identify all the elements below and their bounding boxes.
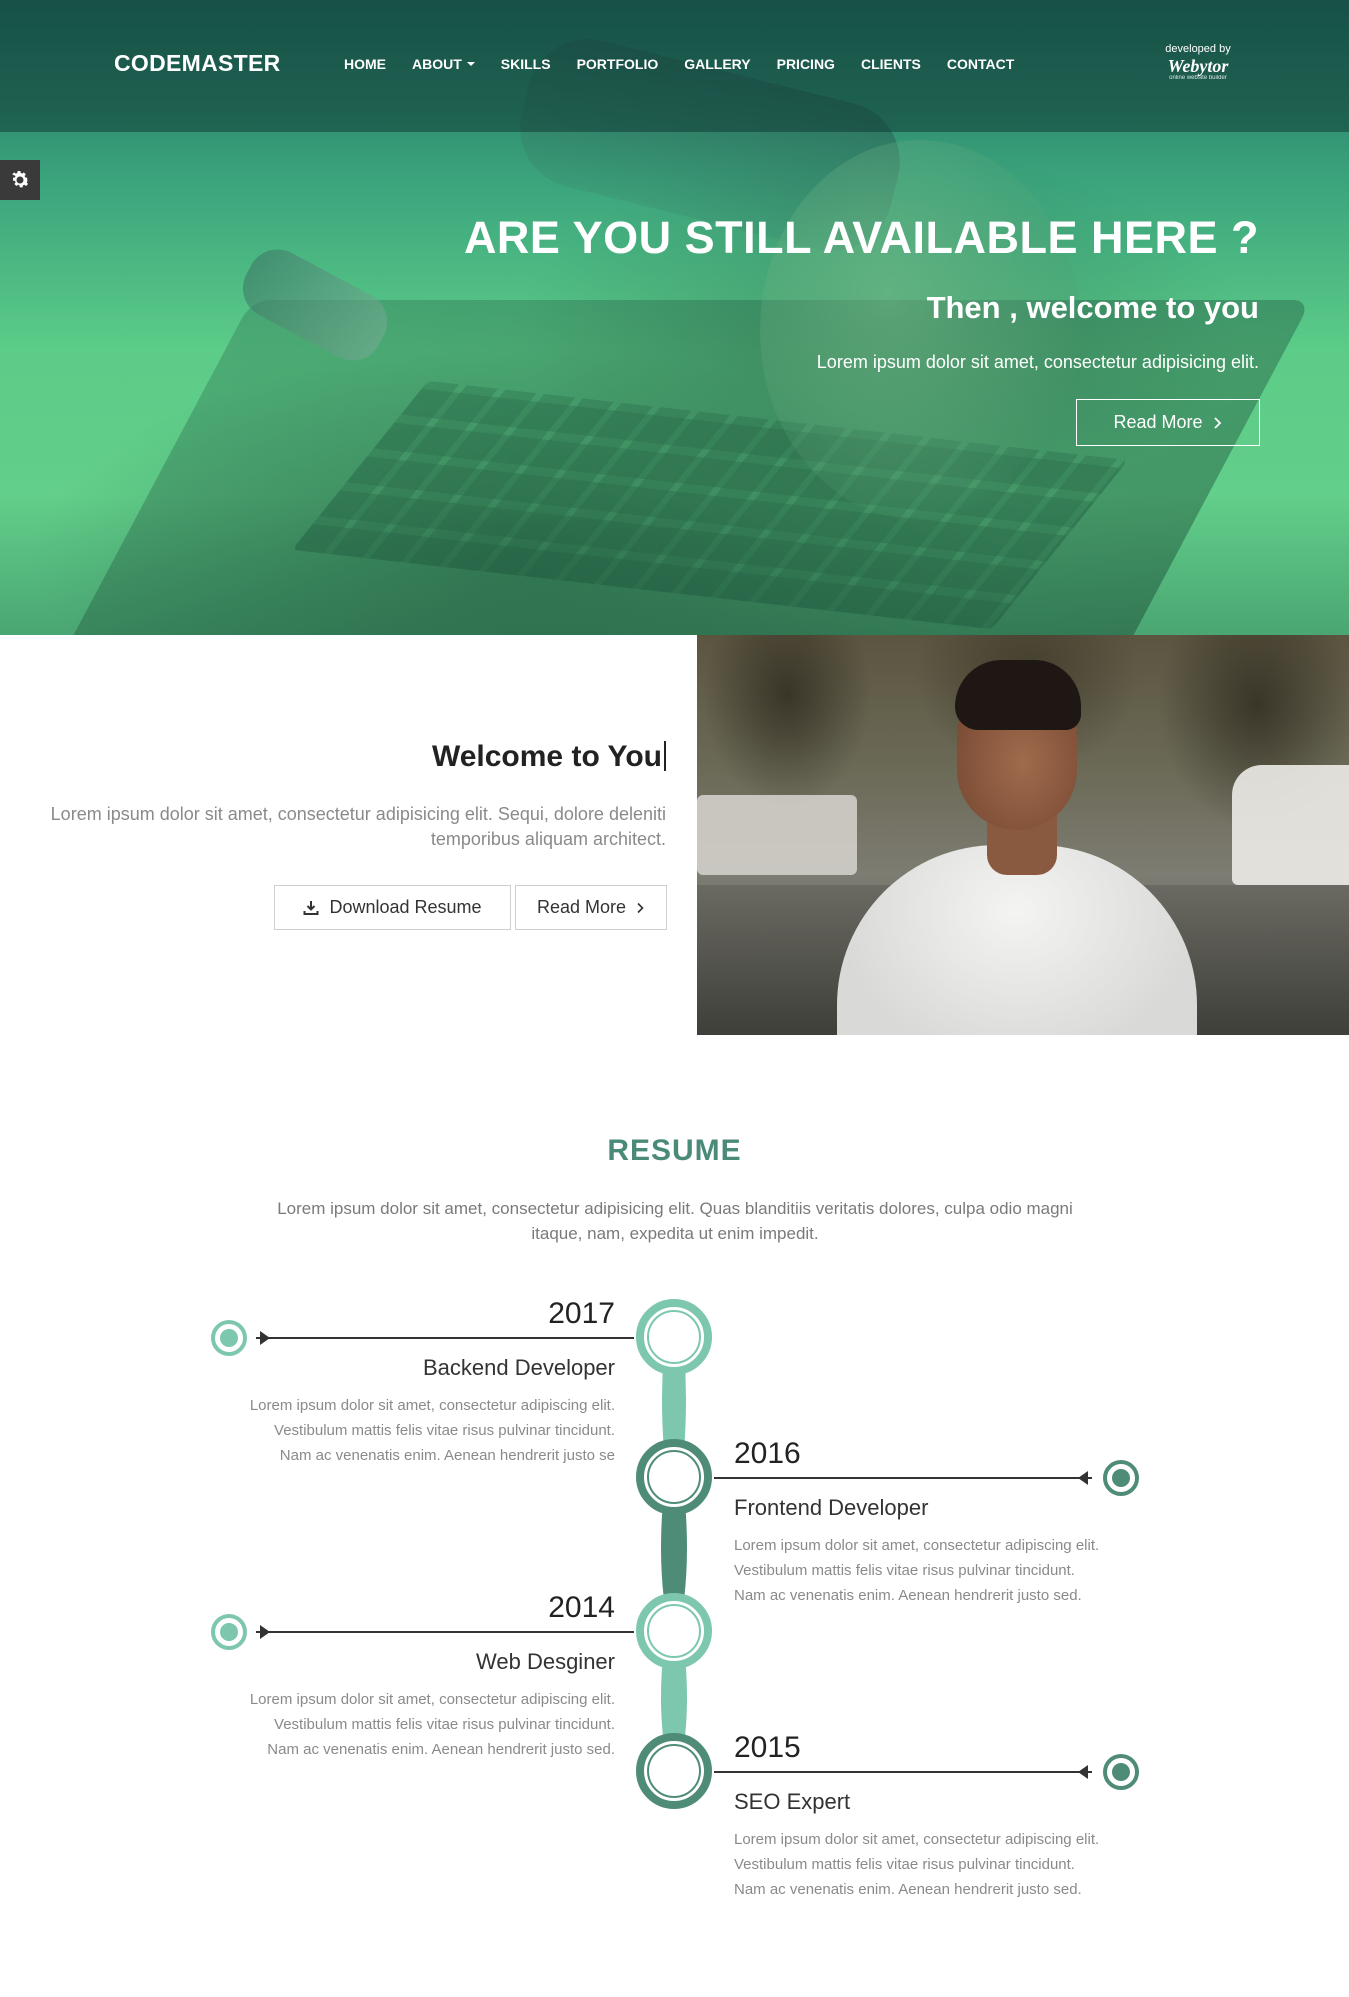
hero-title: ARE YOU STILL AVAILABLE HERE ? [463,212,1259,263]
photo-rv-left [697,795,857,875]
download-resume-label: Download Resume [329,897,482,917]
nav-gallery[interactable]: GALLERY [684,56,750,72]
endpoint-2014-dot [220,1623,238,1641]
timeline-role: Backend Developer [422,1355,615,1380]
download-resume-button[interactable]: Download Resume [274,885,511,930]
welcome-read-more-button[interactable]: Read More [515,885,667,930]
timeline-node-2014-inner [647,1604,701,1658]
resume-intro: Lorem ipsum dolor sit amet, consectetur … [277,1199,1073,1243]
chevron-right-icon [1213,416,1221,429]
nav-pricing-label: PRICING [776,56,835,72]
photo-rv-right [1232,765,1349,885]
timeline-graphic [211,1299,1139,1809]
profile-photo [697,635,1349,1035]
timeline-year: 2017 [548,1297,615,1330]
nav-gallery-label: GALLERY [684,56,751,72]
timeline-year: 2015 [734,1731,801,1764]
welcome-title-text: Welcome to You [431,740,662,773]
nav-about[interactable]: ABOUT [412,56,475,72]
timeline-role: Frontend Developer [734,1495,929,1520]
chevron-right-icon [637,902,644,913]
timeline-description: Lorem ipsum dolor sit amet, consectetur … [249,1691,615,1758]
settings-toggle[interactable] [0,160,40,200]
nav-clients-label: CLIENTS [860,56,921,72]
caret-down-icon [466,62,475,66]
gear-icon [12,171,30,188]
brand-logo[interactable]: CODEMASTER [114,50,281,77]
endpoint-2016-dot [1112,1469,1130,1487]
welcome-read-more-label: Read More [536,897,627,917]
developer-logo: Webytor [1167,56,1229,76]
endpoint-2015-dot [1112,1763,1130,1781]
nav-skills[interactable]: SKILLS [501,56,551,72]
nav-about-label: ABOUT [412,56,462,72]
nav-contact-label: CONTACT [946,56,1015,72]
timeline-year: 2016 [734,1437,801,1470]
timeline-role: SEO Expert [734,1789,851,1814]
arrow-right-icon [260,1625,270,1639]
nav-home[interactable]: HOME [344,56,386,72]
welcome-text: Lorem ipsum dolor sit amet, consectetur … [50,804,666,849]
timeline-node-2016-inner [647,1450,701,1504]
arrow-left-icon [1078,1471,1088,1485]
arrow-right-icon [260,1331,270,1345]
hero-read-more-label: Read More [1113,412,1203,432]
timeline-description: Lorem ipsum dolor sit amet, consectetur … [734,1537,1100,1604]
download-icon [303,900,319,915]
hero-subtitle: Then , welcome to you [926,290,1259,325]
hero-read-more-button[interactable]: Read More [1076,399,1260,446]
typing-cursor [664,741,666,771]
nav-clients[interactable]: CLIENTS [861,56,921,72]
developer-small-text: developed by [1165,43,1231,55]
timeline-node-2015-inner [647,1744,701,1798]
nav-pricing[interactable]: PRICING [777,56,835,72]
timeline-description: Lorem ipsum dolor sit amet, consectetur … [249,1397,615,1464]
navbar: CODEMASTER HOME ABOUT SKILLS PORTFOLIO G… [0,0,1349,132]
timeline-year: 2014 [548,1591,615,1624]
hero-section: CODEMASTER HOME ABOUT SKILLS PORTFOLIO G… [0,0,1349,635]
timeline-role: Web Desginer [476,1649,615,1674]
timeline-description: Lorem ipsum dolor sit amet, consectetur … [734,1831,1100,1898]
hero-text: Lorem ipsum dolor sit amet, consectetur … [816,352,1259,372]
nav-skills-label: SKILLS [500,56,551,72]
hero-background-hand [760,140,1080,520]
resume-title: RESUME [607,1134,742,1167]
developer-badge[interactable]: developed by Webytor online website buil… [1160,43,1236,81]
nav-portfolio[interactable]: PORTFOLIO [577,56,659,72]
nav-portfolio-label: PORTFOLIO [576,56,659,72]
main-nav: HOME ABOUT SKILLS PORTFOLIO GALLERY PRIC… [344,56,1040,72]
nav-contact[interactable]: CONTACT [947,56,1014,72]
developer-tagline: online website builder [1169,75,1227,81]
nav-home-label: HOME [344,56,386,72]
endpoint-2017-dot [220,1329,238,1347]
welcome-title: Welcome to You [432,740,666,774]
timeline-node-2017-inner [647,1310,701,1364]
arrow-left-icon [1078,1765,1088,1779]
photo-hair [955,660,1081,730]
